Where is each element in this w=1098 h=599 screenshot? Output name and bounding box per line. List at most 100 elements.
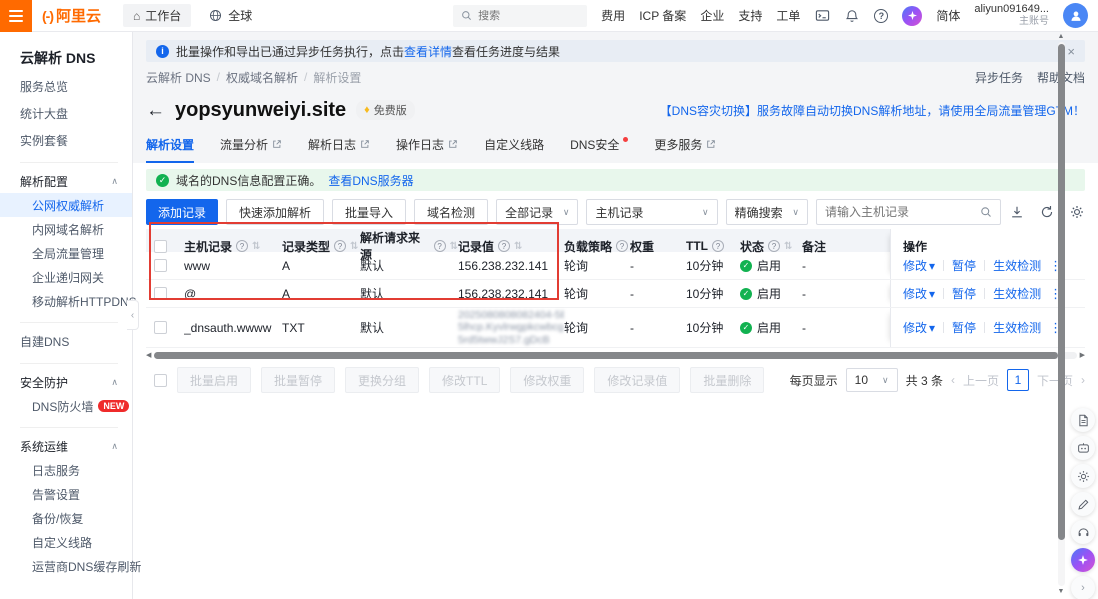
prev-chevron-icon[interactable]: ‹ bbox=[951, 373, 955, 387]
sidebar-item-self-built-dns[interactable]: 自建DNS bbox=[0, 329, 132, 354]
async-tasks-link[interactable]: 异步任务 bbox=[975, 69, 1023, 86]
modify-value-button[interactable]: 修改记录值 bbox=[594, 367, 680, 393]
row-checkbox[interactable] bbox=[154, 259, 167, 272]
language-selector[interactable]: 简体 bbox=[936, 7, 960, 24]
batch-delete-button[interactable]: 批量删除 bbox=[690, 367, 764, 393]
info-icon[interactable]: ? bbox=[616, 240, 628, 252]
tab-operation-logs[interactable]: 操作日志 bbox=[396, 136, 458, 163]
sort-icon[interactable]: ⇅ bbox=[784, 241, 792, 252]
batch-select-checkbox[interactable] bbox=[154, 374, 167, 387]
tab-custom-lines[interactable]: 自定义线路 bbox=[484, 136, 544, 163]
current-page-button[interactable]: 1 bbox=[1007, 369, 1029, 391]
tab-resolve-settings[interactable]: 解析设置 bbox=[146, 136, 194, 163]
h-scroll-track[interactable] bbox=[154, 352, 1076, 359]
scroll-right-arrow[interactable]: ▶ bbox=[1080, 352, 1085, 359]
sidebar-item-backup-restore[interactable]: 备份/恢复 bbox=[0, 506, 132, 530]
host-record-search-input[interactable] bbox=[825, 205, 980, 219]
scroll-up-arrow[interactable]: ▲ bbox=[1058, 33, 1065, 40]
ai-assistant-icon[interactable] bbox=[902, 6, 922, 26]
scroll-left-arrow[interactable]: ◀ bbox=[146, 352, 151, 359]
sidebar-collapse-handle[interactable]: ‹ bbox=[127, 300, 139, 330]
prev-page-button[interactable]: 上一页 bbox=[963, 372, 999, 389]
verify-action[interactable]: 生效检测 bbox=[993, 257, 1041, 274]
plan-badge[interactable]: ♦ 免费版 bbox=[356, 100, 415, 120]
info-icon[interactable]: ? bbox=[712, 240, 724, 252]
refresh-icon[interactable] bbox=[1039, 204, 1055, 220]
sort-icon[interactable]: ⇅ bbox=[450, 241, 458, 252]
topbar-link-tickets[interactable]: 工单 bbox=[776, 7, 800, 24]
region-selector[interactable]: 全球 bbox=[207, 7, 252, 24]
host-record-search[interactable] bbox=[816, 199, 1001, 225]
v-scroll-track[interactable] bbox=[1058, 42, 1065, 586]
add-record-button[interactable]: 添加记录 bbox=[146, 199, 218, 225]
sidebar-section-security[interactable]: 安全防护 ∧ bbox=[0, 370, 132, 394]
h-scroll-thumb[interactable] bbox=[154, 352, 1058, 359]
tab-resolve-logs[interactable]: 解析日志 bbox=[308, 136, 370, 163]
feedback-float-button[interactable] bbox=[1071, 492, 1095, 516]
vertical-scrollbar[interactable]: ▲ ▼ bbox=[1057, 33, 1065, 595]
sidebar-section-parse-config[interactable]: 解析配置 ∧ bbox=[0, 169, 132, 193]
cloudshell-icon[interactable] bbox=[814, 8, 830, 24]
row-checkbox[interactable] bbox=[154, 321, 167, 334]
sort-icon[interactable]: ⇅ bbox=[350, 241, 358, 252]
docs-float-button[interactable] bbox=[1071, 408, 1095, 432]
sidebar-item-custom-lines[interactable]: 自定义线路 bbox=[0, 530, 132, 554]
horizontal-scrollbar[interactable]: ◀ ▶ bbox=[146, 351, 1085, 359]
sidebar-item-public-authoritative-dns[interactable]: 公网权威解析 bbox=[0, 193, 132, 217]
edit-action[interactable]: 修改▾ bbox=[903, 257, 935, 274]
help-icon[interactable]: ? bbox=[874, 9, 888, 23]
sidebar-item-stats-dashboard[interactable]: 统计大盘 bbox=[0, 101, 132, 126]
verify-action[interactable]: 生效检测 bbox=[993, 285, 1041, 302]
global-search[interactable] bbox=[453, 5, 587, 27]
sort-icon[interactable]: ⇅ bbox=[514, 241, 522, 252]
info-icon[interactable]: ? bbox=[334, 240, 346, 252]
scroll-down-arrow[interactable]: ▼ bbox=[1058, 588, 1065, 595]
batch-enable-button[interactable]: 批量启用 bbox=[177, 367, 251, 393]
modify-ttl-button[interactable]: 修改TTL bbox=[429, 367, 500, 393]
breadcrumb-dns[interactable]: 云解析 DNS bbox=[146, 69, 211, 86]
workbench-button[interactable]: ⌂ 工作台 bbox=[123, 4, 191, 27]
user-avatar[interactable] bbox=[1063, 3, 1088, 28]
gtm-tip-link[interactable]: 【DNS容灾切换】服务故障自动切换DNS解析地址，请使用全局流量管理GTM！ bbox=[660, 102, 1085, 119]
search-field-select[interactable]: 主机记录 ∨ bbox=[586, 199, 717, 225]
record-type-filter-select[interactable]: 全部记录 ∨ bbox=[496, 199, 578, 225]
change-group-button[interactable]: 更换分组 bbox=[345, 367, 419, 393]
verify-action[interactable]: 生效检测 bbox=[993, 319, 1041, 336]
sidebar-item-enterprise-recursive-gateway[interactable]: 企业递归网关 bbox=[0, 265, 132, 289]
domain-check-button[interactable]: 域名检测 bbox=[414, 199, 488, 225]
quick-add-button[interactable]: 快速添加解析 bbox=[226, 199, 324, 225]
download-icon[interactable] bbox=[1009, 204, 1025, 220]
edit-action[interactable]: 修改▾ bbox=[903, 319, 935, 336]
select-all-checkbox[interactable] bbox=[154, 240, 167, 253]
notice-detail-link[interactable]: 查看详情 bbox=[404, 45, 452, 59]
sidebar-item-log-service[interactable]: 日志服务 bbox=[0, 458, 132, 482]
info-icon[interactable]: ? bbox=[768, 240, 780, 252]
pause-action[interactable]: 暂停 bbox=[952, 257, 976, 274]
topbar-link-enterprise[interactable]: 企业 bbox=[700, 7, 724, 24]
sidebar-item-isp-cache-refresh[interactable]: 运营商DNS缓存刷新 bbox=[0, 554, 132, 578]
batch-import-button[interactable]: 批量导入 bbox=[332, 199, 406, 225]
topbar-link-billing[interactable]: 费用 bbox=[601, 7, 625, 24]
topbar-link-icp[interactable]: ICP 备案 bbox=[639, 7, 686, 24]
info-icon[interactable]: ? bbox=[498, 240, 510, 252]
modify-weight-button[interactable]: 修改权重 bbox=[510, 367, 584, 393]
sort-icon[interactable]: ⇅ bbox=[252, 241, 260, 252]
breadcrumb-authoritative[interactable]: 权威域名解析 bbox=[226, 69, 298, 86]
ai-assistant-float-button[interactable] bbox=[1071, 548, 1095, 572]
info-icon[interactable]: ? bbox=[236, 240, 248, 252]
row-checkbox[interactable] bbox=[154, 287, 167, 300]
support-float-button[interactable] bbox=[1071, 520, 1095, 544]
tab-dns-security[interactable]: DNS安全 bbox=[570, 136, 628, 163]
info-icon[interactable]: ? bbox=[434, 240, 446, 252]
sidebar-section-system-ops[interactable]: 系统运维 ∧ bbox=[0, 434, 132, 458]
guide-float-button[interactable] bbox=[1071, 436, 1095, 460]
tab-more-services[interactable]: 更多服务 bbox=[654, 136, 716, 163]
aliyun-logo[interactable]: (-) 阿里云 bbox=[42, 5, 101, 26]
tab-traffic-analysis[interactable]: 流量分析 bbox=[220, 136, 282, 163]
next-chevron-icon[interactable]: › bbox=[1081, 373, 1085, 387]
sidebar-item-instance-plans[interactable]: 实例套餐 bbox=[0, 128, 132, 153]
hamburger-menu-button[interactable] bbox=[0, 0, 32, 32]
close-icon[interactable]: × bbox=[1067, 44, 1075, 59]
sidebar-item-dns-firewall[interactable]: DNS防火墙 NEW bbox=[0, 394, 132, 418]
match-mode-select[interactable]: 精确搜索 ∨ bbox=[726, 199, 808, 225]
